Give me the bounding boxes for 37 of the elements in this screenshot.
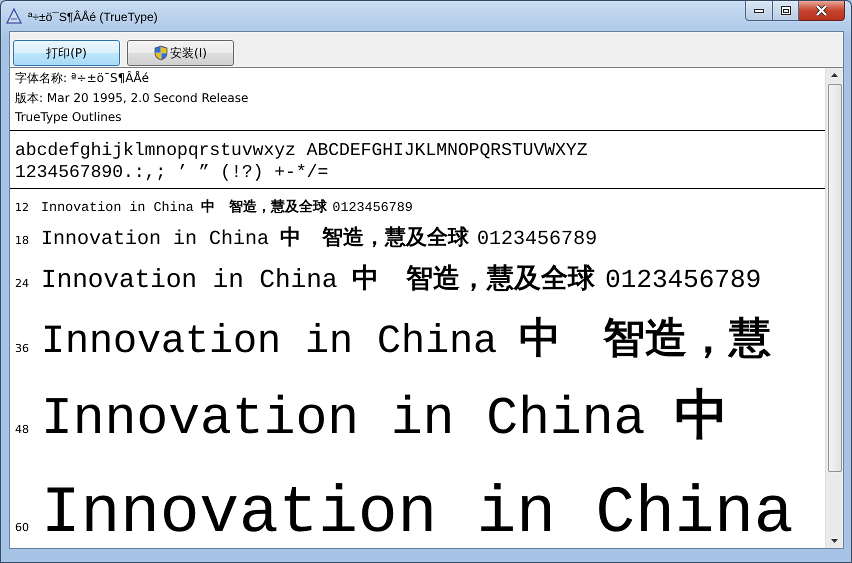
maximize-icon xyxy=(780,6,790,15)
chinese-sample-text: 中 智造，慧及全球 xyxy=(352,262,595,296)
chinese-sample-text: 中 智造，慧及全球 xyxy=(201,198,328,216)
chinese-sample-text: 中 智造，慧 xyxy=(519,312,772,364)
latin-sample-text: Innovation in China xyxy=(41,474,794,548)
minimize-icon xyxy=(754,8,764,12)
digit-sample-text: 0123456789 xyxy=(477,226,598,252)
character-sample: abcdefghijklmnopqrstuvwxyz ABCDEFGHIJKLMNOPQRSTUVWXYZ xyxy=(15,140,588,162)
point-size-label: 36 xyxy=(14,340,30,356)
digit-sample-text: 0123456789 xyxy=(332,200,413,218)
minimize-button[interactable] xyxy=(745,1,773,21)
latin-sample-text: Innovation in China xyxy=(41,226,270,252)
point-size-label: 48 xyxy=(14,422,30,438)
outline-type-label: TrueType Outlines xyxy=(15,109,122,126)
shield-icon xyxy=(154,45,168,61)
window-title: ª÷±ö¯S¶ÂÅé (TrueType) xyxy=(28,10,158,24)
install-button[interactable]: 安装(I) xyxy=(127,40,234,66)
app-icon xyxy=(6,8,22,24)
vertical-scrollbar[interactable] xyxy=(825,68,843,548)
close-icon xyxy=(815,5,828,16)
character-sample: 1234567890.:,; ’ ” (!?) +-*/= xyxy=(15,162,328,184)
latin-sample-text: Innovation in China xyxy=(41,318,498,366)
point-size-label: 60 xyxy=(14,520,30,536)
latin-sample-text: Innovation in China xyxy=(41,264,338,296)
chinese-sample-text: 中 xyxy=(674,382,728,448)
digit-sample-text: 0123456789 xyxy=(605,264,762,296)
point-size-label: 18 xyxy=(14,232,30,248)
latin-sample-text: Innovation in China xyxy=(41,200,194,218)
font-name-label: 字体名称: ª÷±ö¯S¶ÂÅé xyxy=(15,70,150,87)
close-button[interactable] xyxy=(799,1,845,21)
print-button[interactable]: 打印(P) xyxy=(13,40,120,66)
maximize-button[interactable] xyxy=(773,1,799,21)
point-size-label: 24 xyxy=(14,276,30,292)
point-size-label: 12 xyxy=(14,200,30,216)
version-label: 版本: Mar 20 1995, 2.0 Second Release xyxy=(15,90,248,106)
chinese-sample-text: 中 智造，慧及全球 xyxy=(280,224,470,250)
latin-sample-text: Innovation in China xyxy=(41,388,646,450)
